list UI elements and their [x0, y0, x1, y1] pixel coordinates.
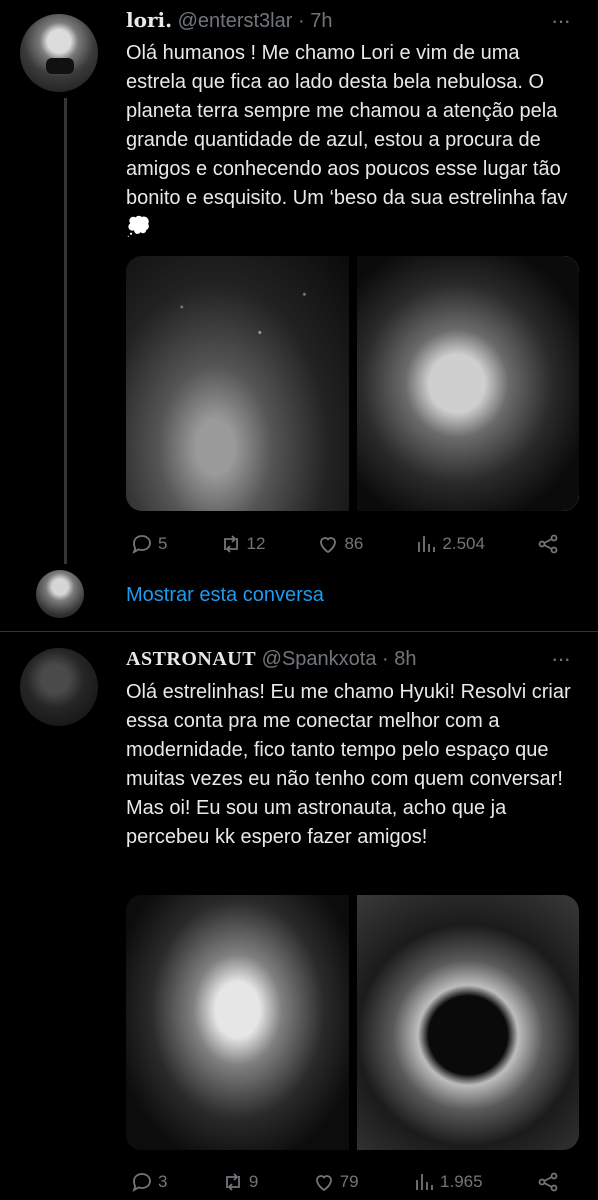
like-button[interactable]: 86: [316, 532, 363, 556]
reply-count: 3: [158, 1172, 168, 1191]
retweet-count: 12: [246, 534, 266, 553]
share-icon: [538, 1172, 558, 1192]
reply-button[interactable]: 5: [130, 532, 167, 556]
user-handle[interactable]: @enterst3lar: [178, 10, 293, 32]
avatar-astronaut[interactable]: [20, 648, 98, 726]
media-grid: [126, 895, 579, 1150]
display-name[interactable]: lori.: [126, 8, 172, 32]
retweet-icon: [223, 535, 238, 553]
reply-count: 5: [158, 534, 168, 553]
reply-icon: [132, 1173, 151, 1192]
avatar-small-lori[interactable]: [36, 570, 84, 618]
reply-button[interactable]: 3: [130, 1170, 167, 1194]
like-button[interactable]: 79: [312, 1170, 359, 1194]
bar-chart-icon: [416, 1174, 433, 1190]
media-grid: [126, 256, 579, 511]
timestamp[interactable]: 7h: [310, 10, 332, 32]
view-count: 1.965: [440, 1172, 483, 1191]
views-button[interactable]: 1.965: [412, 1170, 483, 1194]
views-button[interactable]: 2.504: [414, 532, 485, 556]
tweet-text: Olá humanos ! Me chamo Lori e vim de uma…: [126, 42, 568, 238]
timestamp[interactable]: 8h: [394, 648, 416, 670]
separator-dot: ·: [297, 10, 305, 32]
tweet-actions: 5 12 86 2.504: [130, 532, 560, 556]
display-name[interactable]: ASTRONAUT: [126, 648, 256, 670]
retweet-button[interactable]: 9: [221, 1170, 258, 1194]
view-count: 2.504: [442, 534, 485, 553]
tweet-actions: 3 9 79 1.965: [130, 1170, 560, 1194]
face-mask-icon: [46, 58, 74, 74]
portrait-photo[interactable]: [126, 895, 349, 1150]
heart-icon: [315, 1175, 332, 1192]
separator-dot: ·: [382, 648, 389, 670]
divider: [0, 631, 598, 632]
nebula-photo[interactable]: [126, 256, 349, 511]
like-count: 79: [339, 1172, 359, 1191]
avatar-lori[interactable]: [20, 14, 98, 92]
retweet-icon: [225, 1173, 240, 1191]
bar-chart-icon: [418, 536, 436, 552]
like-count: 86: [344, 534, 364, 553]
heart-icon: [320, 537, 337, 554]
reply-icon: [132, 535, 151, 554]
more-options-icon[interactable]: ···: [551, 8, 571, 34]
user-handle[interactable]: @Spankxota: [262, 648, 377, 670]
share-icon: [538, 534, 558, 554]
retweet-count: 9: [248, 1172, 259, 1191]
portrait-photo[interactable]: [356, 256, 579, 511]
thread-line: [64, 98, 67, 564]
tweet-text: Olá estrelinhas! Eu me chamo Hyuki! Reso…: [126, 681, 571, 848]
astronaut-helmet-photo[interactable]: [356, 895, 579, 1150]
show-conversation-link[interactable]: Mostrar esta conversa: [126, 584, 324, 607]
share-button[interactable]: [536, 532, 560, 556]
share-button[interactable]: [536, 1170, 560, 1194]
tweet-header: lori. @enterst3lar · 7h: [126, 8, 332, 33]
tweet-header: ASTRONAUT @Spankxota · 8h: [126, 648, 417, 671]
retweet-button[interactable]: 12: [219, 532, 266, 556]
more-options-icon[interactable]: ···: [551, 646, 571, 672]
